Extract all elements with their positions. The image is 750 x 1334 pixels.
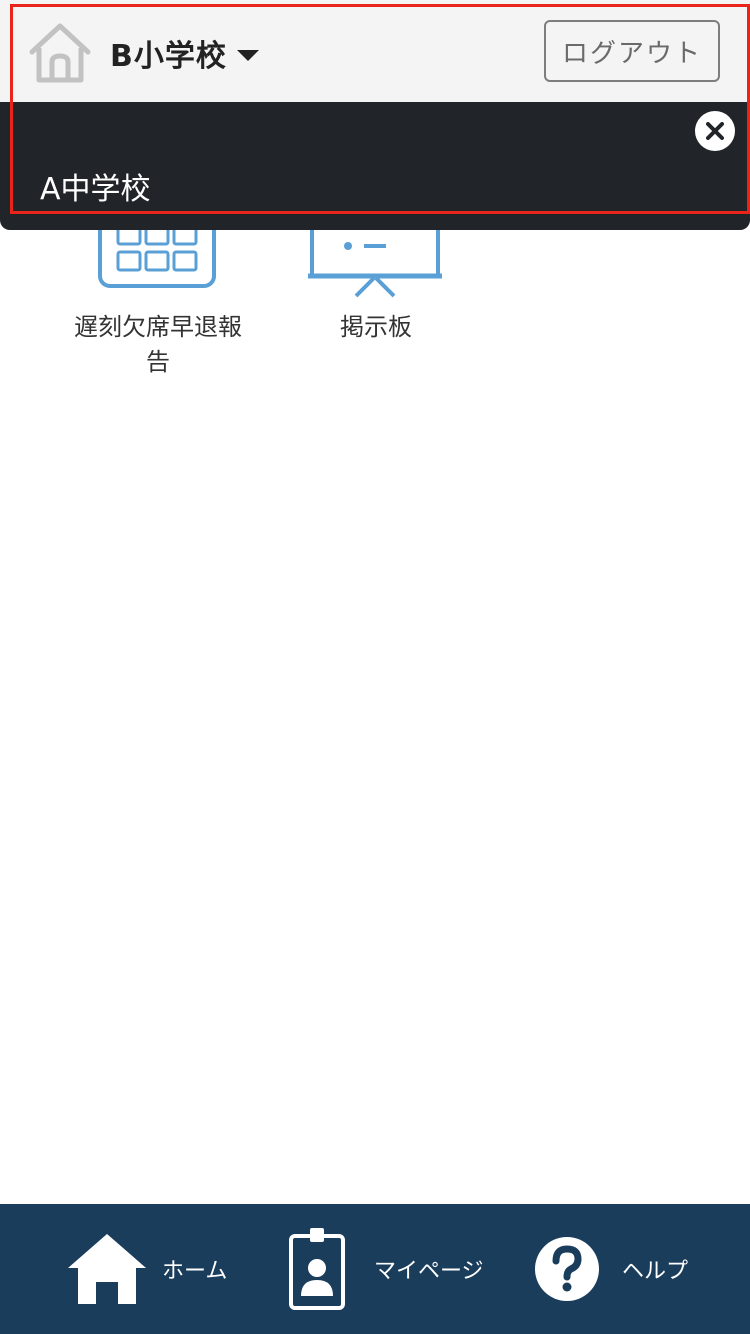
nav-label-home: ホーム bbox=[162, 1259, 228, 1284]
nav-item-home[interactable]: ホーム bbox=[66, 1204, 227, 1334]
id-badge-icon bbox=[289, 1228, 345, 1310]
app-header: B小学校 ログアウト bbox=[0, 0, 750, 102]
home-icon bbox=[68, 1234, 146, 1304]
app-screen: 遅刻欠席早退報 告 掲示板 B小学校 ログアウト A中学校 ホーム マイページ … bbox=[0, 0, 750, 1334]
caret-down-icon bbox=[236, 49, 259, 61]
nav-item-help[interactable]: ヘルプ bbox=[534, 1204, 688, 1334]
close-dropdown-button[interactable] bbox=[695, 111, 735, 151]
school-name: B小学校 bbox=[110, 39, 227, 74]
menu-label-line2: 告 bbox=[146, 348, 170, 376]
home-outline-icon[interactable] bbox=[28, 22, 92, 84]
logout-button[interactable]: ログアウト bbox=[544, 20, 720, 82]
bottom-nav: ホーム マイページ ヘルプ bbox=[0, 1204, 750, 1334]
menu-label-absence-report: 遅刻欠席早退報 告 bbox=[48, 310, 268, 380]
close-icon bbox=[706, 122, 724, 140]
school-option-item[interactable]: A中学校 bbox=[40, 166, 151, 207]
nav-label-mypage: マイページ bbox=[374, 1259, 484, 1284]
nav-label-help: ヘルプ bbox=[622, 1259, 689, 1284]
school-selector[interactable]: B小学校 bbox=[110, 30, 259, 76]
help-icon bbox=[535, 1237, 599, 1301]
menu-label-line1: 遅刻欠席早退報 bbox=[74, 313, 242, 341]
menu-label-bulletin-board: 掲示板 bbox=[340, 313, 412, 341]
nav-item-mypage[interactable]: マイページ bbox=[288, 1204, 484, 1334]
